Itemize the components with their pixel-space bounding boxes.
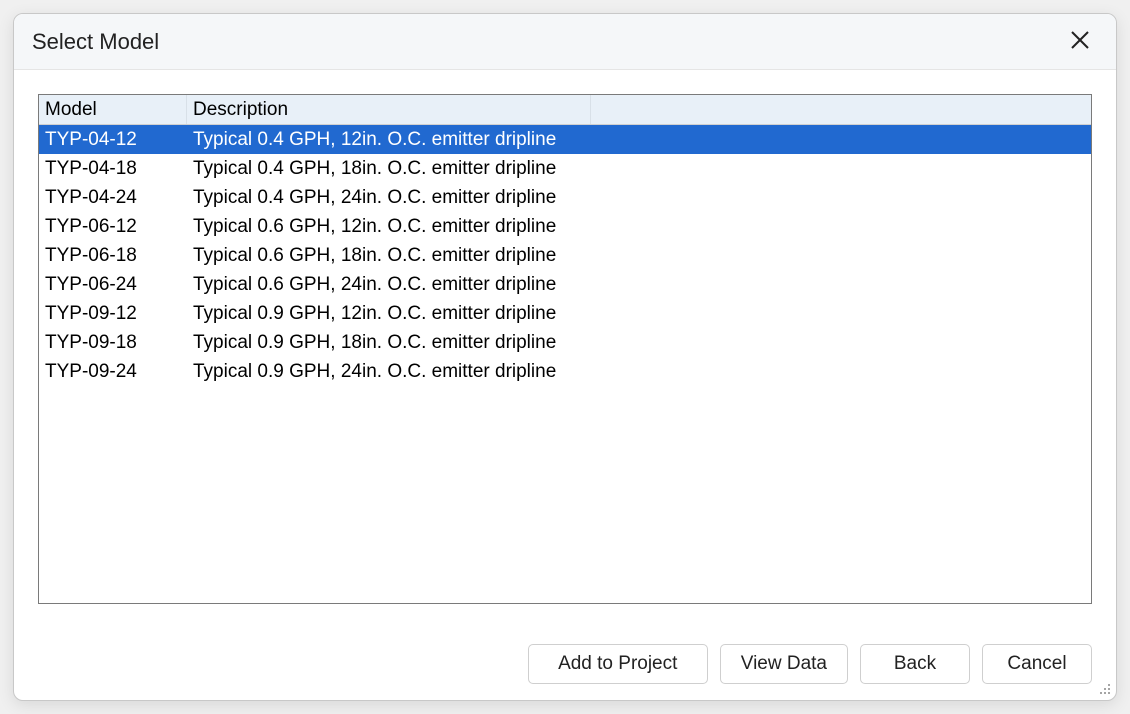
table-row[interactable]: TYP-06-18Typical 0.6 GPH, 18in. O.C. emi…: [39, 241, 1091, 270]
table-row[interactable]: TYP-09-18Typical 0.9 GPH, 18in. O.C. emi…: [39, 328, 1091, 357]
view-data-button[interactable]: View Data: [720, 644, 848, 684]
dialog-header: Select Model: [14, 14, 1116, 70]
cell-description: Typical 0.9 GPH, 18in. O.C. emitter drip…: [187, 332, 556, 354]
column-header-description[interactable]: Description: [187, 95, 591, 124]
table-row[interactable]: TYP-09-24Typical 0.9 GPH, 24in. O.C. emi…: [39, 357, 1091, 386]
table-body: TYP-04-12Typical 0.4 GPH, 12in. O.C. emi…: [39, 125, 1091, 386]
cancel-button[interactable]: Cancel: [982, 644, 1092, 684]
cell-description: Typical 0.9 GPH, 24in. O.C. emitter drip…: [187, 361, 556, 383]
close-icon: [1070, 30, 1090, 53]
table-row[interactable]: TYP-06-12Typical 0.6 GPH, 12in. O.C. emi…: [39, 212, 1091, 241]
cell-model: TYP-04-12: [39, 129, 187, 151]
table-row[interactable]: TYP-04-24Typical 0.4 GPH, 24in. O.C. emi…: [39, 183, 1091, 212]
cell-description: Typical 0.4 GPH, 18in. O.C. emitter drip…: [187, 158, 556, 180]
column-header-model[interactable]: Model: [39, 95, 187, 124]
cell-model: TYP-04-24: [39, 187, 187, 209]
back-button[interactable]: Back: [860, 644, 970, 684]
cell-model: TYP-06-12: [39, 216, 187, 238]
cell-description: Typical 0.4 GPH, 24in. O.C. emitter drip…: [187, 187, 556, 209]
dialog-body: Model Description TYP-04-12Typical 0.4 G…: [14, 70, 1116, 628]
cell-description: Typical 0.9 GPH, 12in. O.C. emitter drip…: [187, 303, 556, 325]
cell-model: TYP-06-24: [39, 274, 187, 296]
select-model-dialog: Select Model Model Description TYP-04-12…: [13, 13, 1117, 701]
table-row[interactable]: TYP-09-12Typical 0.9 GPH, 12in. O.C. emi…: [39, 299, 1091, 328]
dialog-title: Select Model: [32, 29, 159, 55]
cell-model: TYP-09-18: [39, 332, 187, 354]
cell-description: Typical 0.6 GPH, 18in. O.C. emitter drip…: [187, 245, 556, 267]
resize-grip[interactable]: [1096, 680, 1112, 696]
resize-grip-icon: [1096, 683, 1112, 700]
cell-model: TYP-06-18: [39, 245, 187, 267]
table-row[interactable]: TYP-04-18Typical 0.4 GPH, 18in. O.C. emi…: [39, 154, 1091, 183]
cell-description: Typical 0.4 GPH, 12in. O.C. emitter drip…: [187, 129, 556, 151]
dialog-footer: Add to Project View Data Back Cancel: [14, 628, 1116, 700]
cell-description: Typical 0.6 GPH, 24in. O.C. emitter drip…: [187, 274, 556, 296]
cell-model: TYP-04-18: [39, 158, 187, 180]
cell-model: TYP-09-12: [39, 303, 187, 325]
table-row[interactable]: TYP-04-12Typical 0.4 GPH, 12in. O.C. emi…: [39, 125, 1091, 154]
model-table: Model Description TYP-04-12Typical 0.4 G…: [38, 94, 1092, 604]
close-button[interactable]: [1062, 24, 1098, 60]
cell-description: Typical 0.6 GPH, 12in. O.C. emitter drip…: [187, 216, 556, 238]
table-header-row: Model Description: [39, 95, 1091, 125]
table-row[interactable]: TYP-06-24Typical 0.6 GPH, 24in. O.C. emi…: [39, 270, 1091, 299]
cell-model: TYP-09-24: [39, 361, 187, 383]
add-to-project-button[interactable]: Add to Project: [528, 644, 708, 684]
